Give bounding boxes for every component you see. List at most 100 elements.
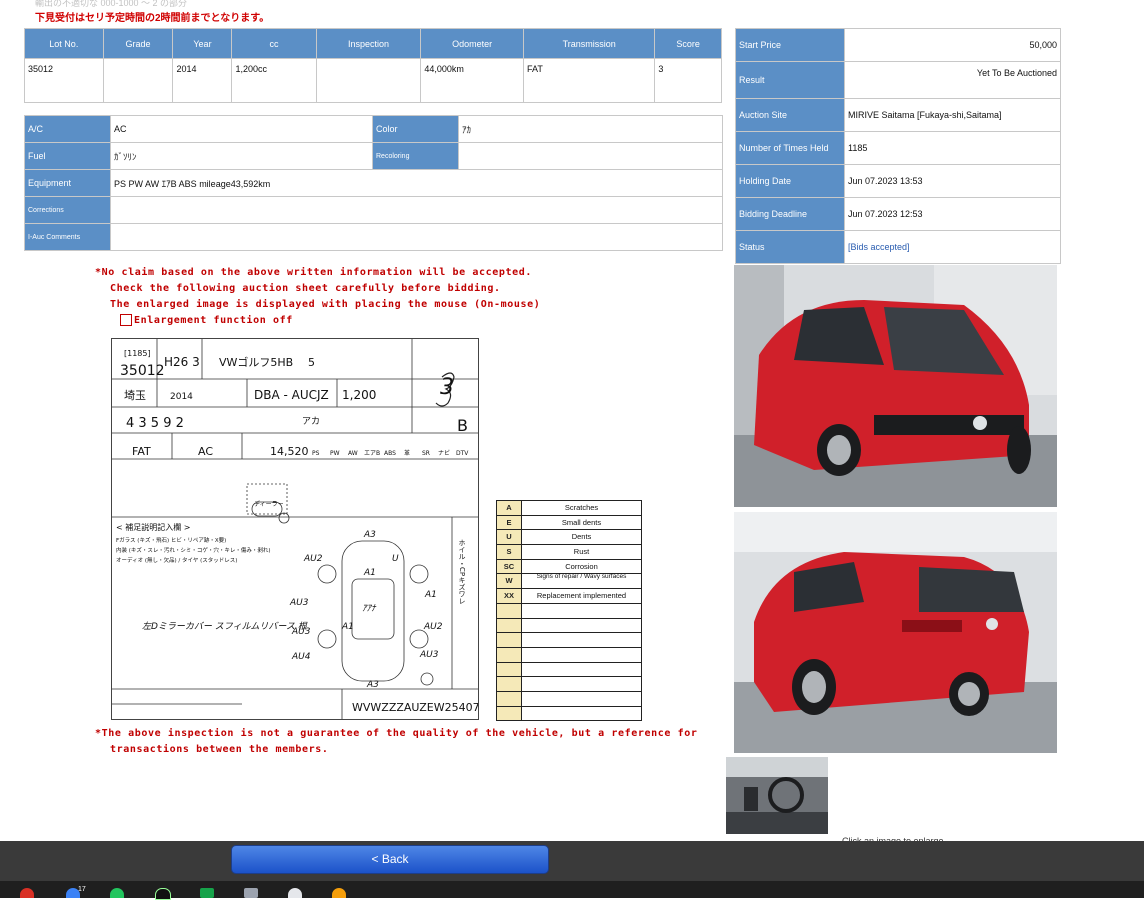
taskbar-app-icon[interactable]: [110, 888, 124, 898]
header-inspection: Inspection: [315, 28, 422, 59]
status-value[interactable]: [Bids accepted]: [844, 230, 1061, 264]
enlargement-checkbox[interactable]: [120, 314, 132, 326]
start-price-label: Start Price: [735, 28, 845, 62]
legend-code: E: [497, 515, 522, 530]
taskbar-app-icon[interactable]: [20, 888, 34, 898]
taskbar-app-icon[interactable]: [288, 888, 302, 898]
legend-code: XX: [497, 589, 522, 603]
sheet-mark-7: AU3: [291, 627, 311, 637]
header-transmission: Transmission: [522, 28, 656, 59]
car-rear-illustration: [734, 512, 1057, 753]
sheet-hand-note: 左Dミラーカバー スフィルムリバース 根: [142, 621, 308, 632]
sheet-displacement: 1,200: [342, 388, 376, 402]
sheet-mark-12: A3: [366, 680, 379, 690]
sheet-color: アカ: [302, 416, 320, 427]
sheet-mark-8: A1: [341, 622, 354, 632]
sheet-option-1: PW: [330, 450, 340, 457]
legend-code: [497, 618, 522, 633]
legend-code: S: [497, 545, 522, 559]
sheet-mark-0: A3: [363, 530, 376, 540]
sheet-note-0: Fガラス (キズ・飛石) ヒビ・リペア跡・X要): [116, 536, 226, 544]
car-interior-photo[interactable]: [726, 757, 828, 834]
sheet-option-6: SR: [422, 450, 430, 457]
legend-code: [497, 691, 522, 706]
car-rear-photo[interactable]: [734, 512, 1057, 753]
sheet-mark-11: AU3: [419, 650, 439, 660]
legend-meaning: [522, 707, 641, 721]
legend-meaning: Corrosion: [565, 561, 598, 571]
auction-info-table: Start Price 50,000 Result Yet To Be Auct…: [735, 28, 1061, 264]
taskbar-app-icon[interactable]: [332, 888, 346, 898]
equipment-value: PS PW AW ｴｱB ABS mileage43,592km: [110, 169, 723, 197]
legend-meaning: [522, 619, 641, 633]
auction-sheet-drawing: [1185] 35012 H26 3 VWゴルフ5HB 5 埼玉 2014 DB…: [112, 339, 487, 719]
sheet-transmission: FAT: [132, 445, 151, 458]
legend-meaning: Rust: [573, 547, 590, 557]
legend-code: [497, 662, 522, 677]
legend-meaning: Small dents: [561, 517, 602, 527]
iauc-comments-label: I-Auc Comments: [24, 223, 111, 251]
sheet-note-1: 内装 (キズ・スレ・汚れ・シミ・コゲ・穴・キレ・傷み・剥れ): [116, 546, 271, 554]
value-odometer: 44,000km: [420, 58, 524, 103]
legend-meaning: Signs of repair / Wavy surfaces: [536, 573, 627, 581]
header-odometer: Odometer: [420, 28, 524, 59]
legend-meaning: [522, 604, 641, 618]
disclaimer-no-claim: *No claim based on the above written inf…: [95, 267, 532, 278]
sheet-session: [1185]: [124, 349, 151, 358]
sheet-mark-9: AU2: [423, 622, 443, 632]
sheet-chassis: DBA - AUCJZ: [254, 388, 329, 402]
result-value: Yet To Be Auctioned: [844, 61, 1061, 99]
legend-meaning: Replacement implemented: [536, 591, 627, 601]
sheet-option-3: エアB: [364, 450, 380, 457]
sheet-model: VWゴルフ5HB: [219, 355, 293, 369]
sheet-doors: 5: [308, 356, 315, 369]
legend-meaning: [522, 692, 641, 706]
bottom-action-bar: [0, 841, 1144, 881]
value-transmission: FAT: [522, 58, 656, 103]
spec-header-row: Lot No. Grade Year cc Inspection Odomete…: [24, 28, 722, 59]
sheet-side-note: ホイル・CPキズワレ: [458, 539, 466, 604]
enlargement-label[interactable]: Enlargement function off: [134, 315, 293, 326]
sheet-option-5: 革: [404, 449, 410, 457]
sheet-notes-heading: < 補足説明記入欄 >: [116, 522, 191, 532]
spec-value-row: 35012 2014 1,200cc 44,000km FAT 3: [24, 58, 722, 103]
car-front-illustration: [734, 265, 1057, 507]
status-label: Status: [735, 230, 845, 264]
sheet-interior-grade: B: [457, 416, 468, 435]
value-lot-no: 35012: [24, 58, 104, 103]
start-price-value: 50,000: [844, 28, 1061, 62]
equipment-label: Equipment: [24, 169, 111, 197]
taskbar-app-icon[interactable]: [200, 888, 214, 898]
bidding-deadline-label: Bidding Deadline: [735, 197, 845, 231]
holding-date-label: Holding Date: [735, 164, 845, 198]
ac-value: AC: [110, 115, 373, 143]
color-label: Color: [372, 115, 459, 143]
header-cc: cc: [231, 28, 317, 59]
corrections-label: Corrections: [24, 196, 111, 224]
sheet-mark-3: U: [392, 554, 399, 564]
corrections-value: [110, 196, 723, 224]
times-held-value: 1185: [844, 131, 1061, 165]
disclaimer-check-sheet: Check the following auction sheet carefu…: [110, 283, 501, 294]
sheet-mark-6: AU3: [289, 598, 309, 608]
legend-meaning: Dents: [571, 532, 592, 542]
sheet-mark-2: A1: [363, 568, 376, 578]
car-front-photo[interactable]: [734, 265, 1057, 507]
car-interior-illustration: [726, 757, 828, 834]
inspection-deadline-note: 下見受付はセリ予定時間の2時間前までとなります。: [35, 13, 270, 24]
result-label: Result: [735, 61, 845, 99]
sheet-recycle-fee: 14,520: [270, 445, 309, 458]
sheet-prefecture: 埼玉: [124, 388, 146, 402]
vehicle-spec-table: Lot No. Grade Year cc Inspection Odomete…: [24, 28, 722, 103]
back-button[interactable]: < Back: [231, 845, 549, 874]
legend-code: U: [497, 530, 522, 545]
value-cc: 1,200cc: [231, 58, 317, 103]
auction-sheet-image[interactable]: [1185] 35012 H26 3 VWゴルフ5HB 5 埼玉 2014 DB…: [111, 338, 487, 720]
sheet-era-year: H26 3: [164, 355, 200, 369]
taskbar-app-icon[interactable]: [155, 888, 171, 900]
os-taskbar: [0, 881, 1144, 898]
bidding-deadline-value: Jun 07.2023 12:53: [844, 197, 1061, 231]
legend-code: W: [497, 574, 522, 589]
taskbar-app-icon[interactable]: [244, 888, 258, 898]
legend-meaning: [522, 633, 641, 647]
